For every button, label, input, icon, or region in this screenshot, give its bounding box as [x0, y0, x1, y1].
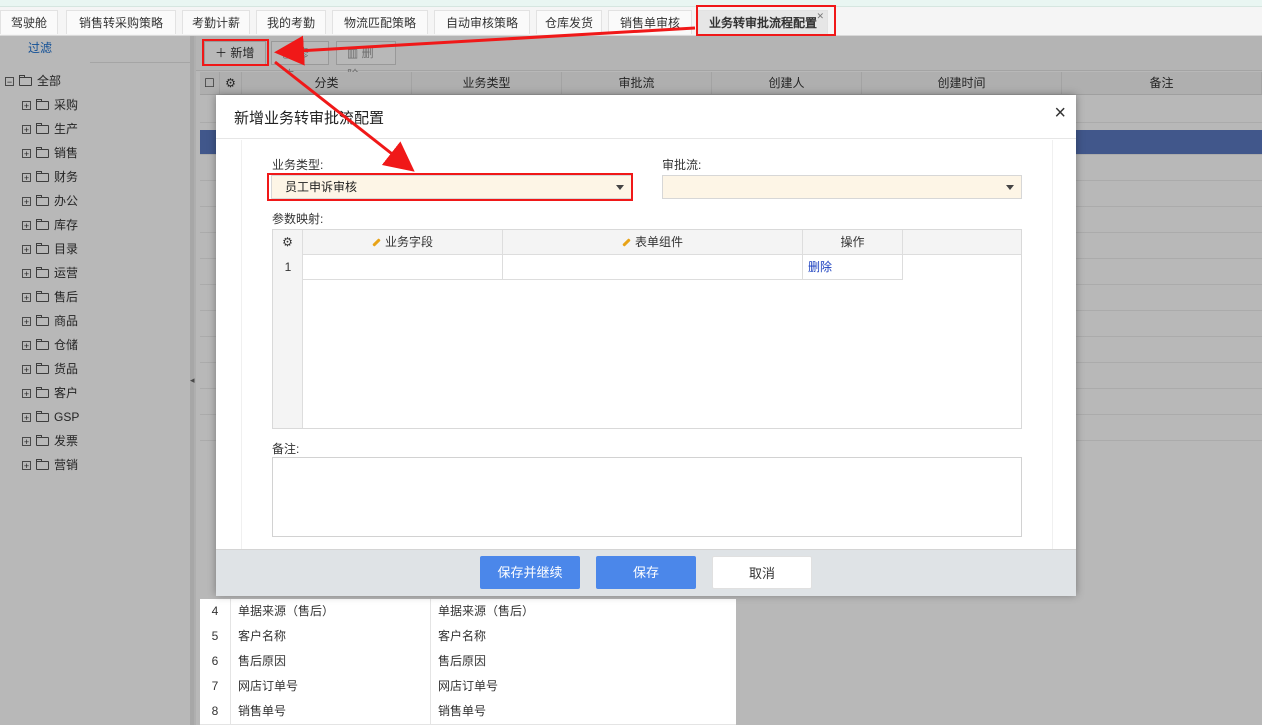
column-action: 操作	[803, 230, 903, 254]
tab-cockpit[interactable]: 驾驶舱	[0, 10, 58, 34]
cancel-button[interactable]: 取消	[712, 556, 812, 589]
table-row[interactable]: 5 客户名称 客户名称	[200, 624, 736, 650]
mapping-header: ⚙ 业务字段 表单组件 操作	[273, 230, 1021, 255]
detail-table-visible: 4 单据来源（售后） 单据来源（售后） 5 客户名称 客户名称 6 售后原因 售…	[200, 599, 736, 725]
pencil-icon	[622, 238, 631, 248]
form-component-cell[interactable]	[503, 255, 803, 280]
dialog-title: 新增业务转审批流配置	[234, 110, 385, 127]
save-button[interactable]: 保存	[596, 556, 696, 589]
table-row[interactable]: 4 单据来源（售后） 单据来源（售后）	[200, 599, 736, 625]
biz-type-select[interactable]: 员工申诉审核	[271, 175, 632, 199]
chevron-down-icon	[616, 185, 624, 190]
close-icon[interactable]: ×	[1054, 103, 1066, 123]
column-biz-field[interactable]: 业务字段	[303, 230, 503, 254]
tab-biz-approval-config[interactable]: 业务转审批流程配置 ✕	[698, 10, 828, 34]
tab-warehouse-ship[interactable]: 仓库发货	[536, 10, 602, 34]
tab-logistics-match[interactable]: 物流匹配策略	[332, 10, 428, 34]
delete-row-link[interactable]: 删除	[803, 255, 903, 280]
chevron-down-icon	[1006, 185, 1014, 190]
table-row[interactable]: 8 销售单号 销售单号	[200, 699, 736, 725]
divider	[216, 138, 1076, 139]
approval-select[interactable]	[662, 175, 1022, 199]
dialog-body: 业务类型: 员工申诉审核 审批流: 参数映射: ⚙ 业务字段 表单组件 操作 1…	[241, 140, 1053, 550]
approval-label: 审批流:	[662, 158, 702, 172]
table-row[interactable]: 7 网店订单号 网店订单号	[200, 674, 736, 700]
add-config-dialog: 新增业务转审批流配置 × 业务类型: 员工申诉审核 审批流: 参数映射: ⚙ 业…	[216, 95, 1076, 596]
biz-field-cell[interactable]	[303, 255, 503, 280]
remark-label: 备注:	[272, 442, 300, 456]
table-row[interactable]: 6 售后原因 售后原因	[200, 649, 736, 675]
tab-sales-review[interactable]: 销售单审核	[608, 10, 692, 34]
tab-bar: 驾驶舱 销售转采购策略 考勤计薪 我的考勤 物流匹配策略 自动审核策略 仓库发货…	[0, 7, 1262, 36]
dialog-footer: 保存并继续 保存 取消	[216, 549, 1076, 596]
remark-textarea[interactable]	[272, 457, 1022, 537]
row-number-column	[273, 254, 303, 428]
table-row[interactable]: 1 删除	[273, 255, 903, 280]
close-icon[interactable]: ✕	[816, 4, 824, 28]
tab-sales-to-purchase[interactable]: 销售转采购策略	[66, 10, 176, 34]
param-mapping-grid: ⚙ 业务字段 表单组件 操作 1 删除	[272, 229, 1022, 429]
save-continue-button[interactable]: 保存并继续	[480, 556, 580, 589]
pencil-icon	[372, 238, 381, 248]
param-mapping-label: 参数映射:	[272, 212, 324, 226]
biz-type-label: 业务类型:	[272, 158, 324, 172]
tab-auto-review[interactable]: 自动审核策略	[434, 10, 530, 34]
column-form-component[interactable]: 表单组件	[503, 230, 803, 254]
gear-icon[interactable]: ⚙	[273, 230, 303, 254]
top-strip	[0, 0, 1262, 7]
tab-my-attendance[interactable]: 我的考勤	[256, 10, 326, 34]
tab-attendance-pay[interactable]: 考勤计薪	[182, 10, 250, 34]
